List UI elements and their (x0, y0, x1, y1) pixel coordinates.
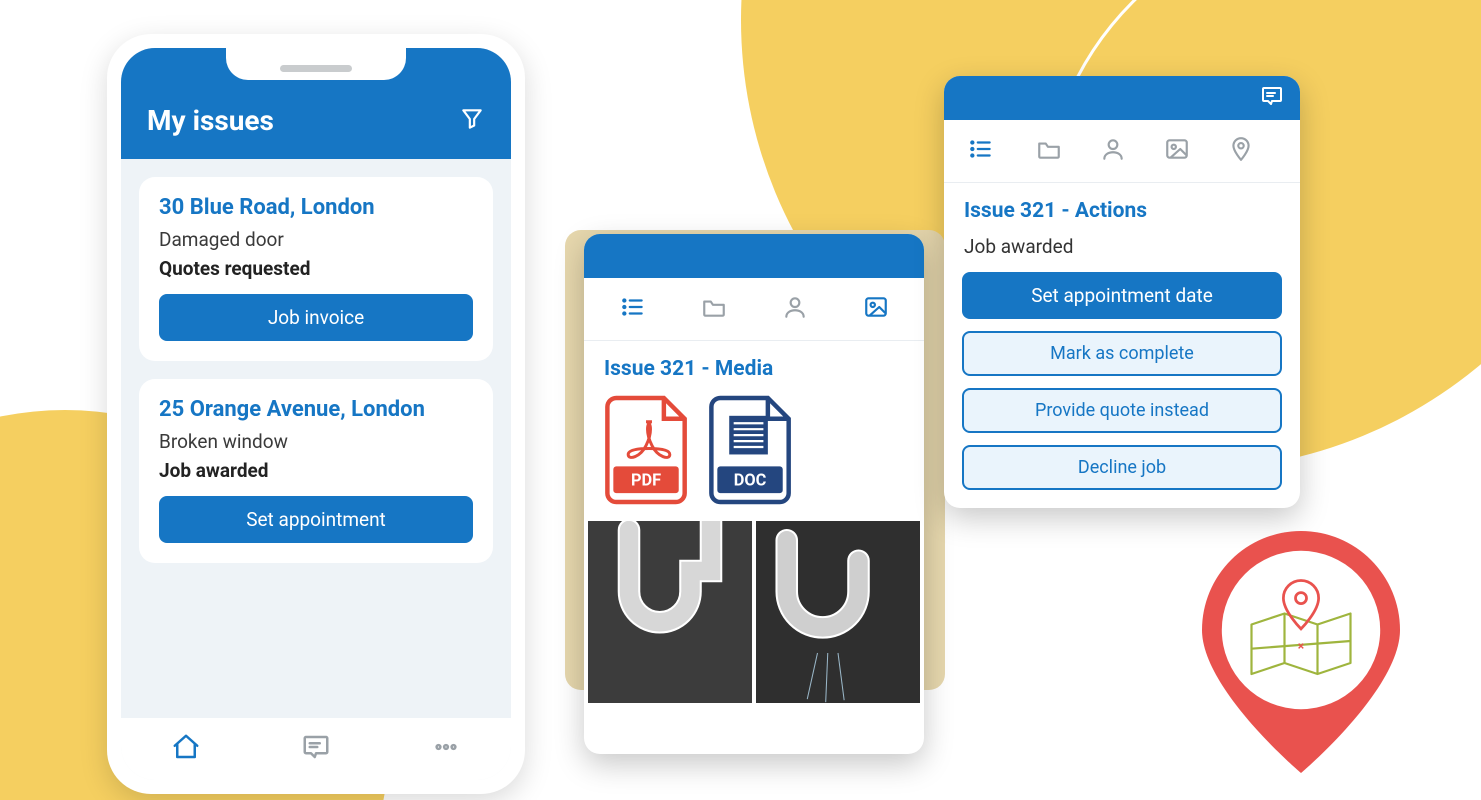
issue-description: Broken window (159, 430, 473, 453)
media-thumbnail[interactable] (756, 521, 920, 703)
svg-text:×: × (1298, 639, 1304, 653)
panel-title: Issue 321 - Actions (944, 183, 1300, 233)
issue-status: Job awarded (159, 459, 473, 482)
job-invoice-button[interactable]: Job invoice (159, 294, 473, 341)
issue-address: 30 Blue Road, London (159, 195, 473, 220)
set-appointment-button[interactable]: Set appointment (159, 496, 473, 543)
tab-profile-icon[interactable] (776, 290, 814, 328)
tab-location-icon[interactable] (1222, 132, 1260, 170)
mark-complete-button[interactable]: Mark as complete (962, 331, 1282, 376)
issue-status: Quotes requested (159, 257, 473, 280)
chat-icon[interactable] (1260, 84, 1284, 112)
tab-bar (584, 278, 924, 341)
tab-folder-icon[interactable] (695, 290, 733, 328)
pdf-file-icon[interactable]: PDF (604, 395, 694, 509)
tab-bar (944, 120, 1300, 183)
page-title: My issues (147, 104, 274, 137)
issue-card[interactable]: 25 Orange Avenue, London Broken window J… (139, 379, 493, 563)
tab-list-icon[interactable] (614, 290, 652, 328)
issue-status: Job awarded (944, 233, 1300, 272)
tab-media-icon[interactable] (1158, 132, 1196, 170)
actions-panel: Issue 321 - Actions Job awarded Set appo… (944, 76, 1300, 508)
tab-folder-icon[interactable] (1030, 132, 1068, 170)
set-appointment-date-button[interactable]: Set appointment date (962, 272, 1282, 319)
issue-description: Damaged door (159, 228, 473, 251)
phone-notch (226, 48, 406, 80)
tab-list-icon[interactable] (962, 132, 1000, 170)
map-location-badge: × (1191, 520, 1411, 780)
filter-icon[interactable] (459, 106, 485, 136)
home-icon[interactable] (171, 732, 201, 766)
svg-text:DOC: DOC (734, 471, 767, 490)
media-panel: Issue 321 - Media PDF DOC (584, 234, 924, 754)
issue-address: 25 Orange Avenue, London (159, 397, 473, 422)
issue-card[interactable]: 30 Blue Road, London Damaged door Quotes… (139, 177, 493, 361)
media-thumbnail[interactable] (588, 521, 752, 703)
provide-quote-button[interactable]: Provide quote instead (962, 388, 1282, 433)
panel-title: Issue 321 - Media (584, 341, 924, 391)
doc-file-icon[interactable]: DOC (708, 395, 798, 509)
svg-text:PDF: PDF (631, 471, 661, 490)
bottom-nav (121, 718, 511, 780)
chat-icon[interactable] (301, 732, 331, 766)
tab-media-icon[interactable] (857, 290, 895, 328)
phone-mock: My issues 30 Blue Road, London Damaged d… (107, 34, 525, 794)
tab-profile-icon[interactable] (1094, 132, 1132, 170)
decline-job-button[interactable]: Decline job (962, 445, 1282, 490)
more-icon[interactable] (431, 732, 461, 766)
